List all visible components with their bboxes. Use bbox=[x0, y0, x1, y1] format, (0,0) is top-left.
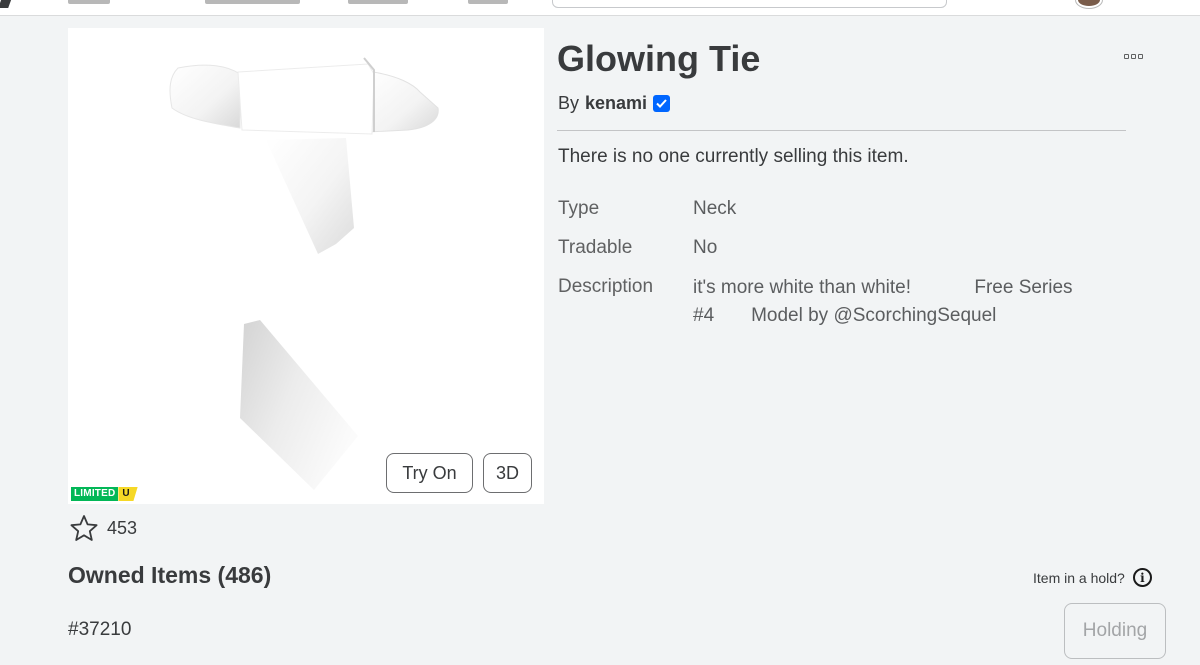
owned-items-heading: Owned Items (486) bbox=[68, 562, 272, 588]
hold-question-text: Item in a hold? bbox=[1033, 569, 1125, 586]
creator-byline: By kenami bbox=[558, 93, 671, 114]
unique-label: U bbox=[118, 487, 138, 501]
item-title: Glowing Tie bbox=[557, 38, 761, 79]
item-thumbnail: Try On 3D bbox=[68, 28, 544, 504]
glowing-tie-image bbox=[169, 57, 439, 490]
search-input[interactable] bbox=[552, 0, 947, 8]
try-on-button[interactable]: Try On bbox=[386, 453, 473, 493]
nav-link-partial[interactable] bbox=[348, 0, 408, 4]
info-icon[interactable]: i bbox=[1132, 568, 1152, 587]
more-options-icon[interactable] bbox=[1124, 54, 1146, 64]
description-label: Description bbox=[558, 276, 654, 297]
holding-button: Holding bbox=[1064, 603, 1166, 659]
by-label: By bbox=[558, 93, 580, 113]
limited-label: LIMITED bbox=[71, 487, 119, 501]
type-label: Type bbox=[558, 198, 600, 219]
roblox-logo-icon[interactable] bbox=[0, 0, 12, 8]
item-hold-question: Item in a hold? i bbox=[1033, 568, 1152, 587]
limited-unique-badge: LIMITED U bbox=[71, 487, 138, 501]
nav-link-partial[interactable] bbox=[68, 0, 110, 4]
seller-status-text: There is no one currently selling this i… bbox=[558, 146, 909, 167]
header-divider bbox=[557, 130, 1126, 131]
creator-link[interactable]: kenami bbox=[585, 93, 647, 114]
type-value: Neck bbox=[693, 198, 737, 219]
verified-badge-icon bbox=[653, 95, 671, 112]
tradable-label: Tradable bbox=[558, 237, 633, 258]
favorite-count: 453 bbox=[107, 518, 138, 538]
nav-link-partial[interactable] bbox=[205, 0, 300, 4]
description-line-1: it's more white than white! Free Series bbox=[693, 277, 1073, 298]
serial-number: #37210 bbox=[68, 619, 132, 640]
description-line-2: #4 Model by @ScorchingSequel bbox=[693, 305, 997, 326]
view-3d-button[interactable]: 3D bbox=[483, 453, 532, 493]
top-navigation-bar bbox=[0, 0, 1200, 16]
star-outline-icon[interactable] bbox=[69, 514, 99, 542]
user-avatar[interactable] bbox=[1076, 0, 1102, 8]
tradable-value: No bbox=[693, 237, 718, 258]
nav-link-partial[interactable] bbox=[468, 0, 508, 4]
